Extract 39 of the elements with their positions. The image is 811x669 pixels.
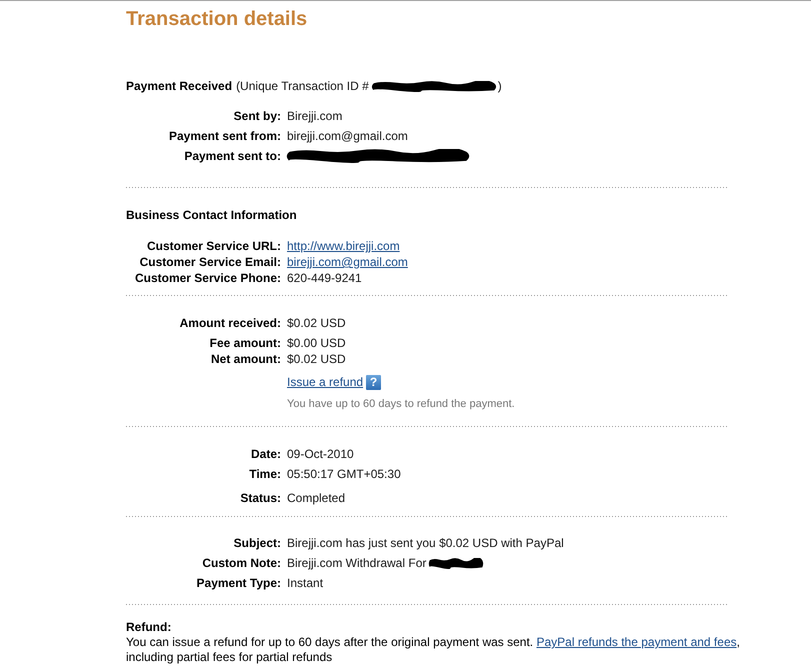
field-label: Customer Service URL:	[146, 238, 281, 254]
field-value: birejji.com@gmail.com	[287, 128, 408, 145]
field-label: Payment sent from:	[168, 128, 281, 145]
transaction-id-close: )	[498, 78, 502, 94]
field-label: Payment sent to:	[183, 148, 281, 165]
field-value: 09-Oct-2010	[287, 446, 354, 463]
field-label: Payment Type:	[196, 575, 281, 592]
field-label: Customer Service Phone:	[134, 270, 281, 286]
field-value: Completed	[287, 490, 346, 507]
refund-text: You can issue a refund for up to 60 days after the original payment was sent. PayPal refunds the payment and fees, including partial fees for partial refunds	[126, 635, 741, 665]
field-value: Instant	[287, 575, 324, 592]
field-label: Status:	[239, 490, 281, 507]
section-heading: Payment Received	[126, 78, 232, 94]
field-value: $0.00 USD	[287, 335, 346, 351]
refund-note: You have up to 60 days to refund the payment.	[287, 398, 515, 410]
page-title: Transaction details	[126, 7, 308, 31]
field-value: Birejji.com	[287, 108, 342, 125]
field-label: Fee amount:	[208, 335, 281, 351]
field-label: Custom Note:	[201, 555, 281, 572]
field-value: Birejji.com has just sent you $0.02 USD with PayPal	[287, 535, 564, 552]
field-value: $0.02 USD	[287, 315, 346, 331]
refund-policy-link[interactable]: PayPal refunds the payment and fees	[536, 635, 737, 649]
contact-link[interactable]: birejji.com@gmail.com	[287, 254, 408, 270]
field-label: Sent by:	[232, 108, 281, 125]
issue-refund-link[interactable]: Issue a refund	[287, 374, 364, 390]
section-heading: Business Contact Information	[126, 207, 297, 223]
contact-link[interactable]: http://www.birejji.com	[287, 238, 400, 254]
field-label: Customer Service Email:	[138, 254, 281, 270]
field-value: 05:50:17 GMT+05:30	[287, 466, 401, 483]
field-label: Time:	[248, 466, 281, 483]
field-label: Amount received:	[178, 315, 281, 331]
field-value: 620-449-9241	[287, 270, 362, 286]
field-value: Birejji.com Withdrawal For	[287, 555, 426, 572]
transaction-id-label: (Unique Transaction ID #	[236, 78, 369, 94]
field-value: $0.02 USD	[287, 351, 346, 367]
field-label: Net amount:	[210, 351, 281, 367]
field-label: Date:	[250, 446, 281, 463]
refund-heading: Refund:	[126, 620, 172, 634]
field-label: Subject:	[232, 535, 281, 552]
